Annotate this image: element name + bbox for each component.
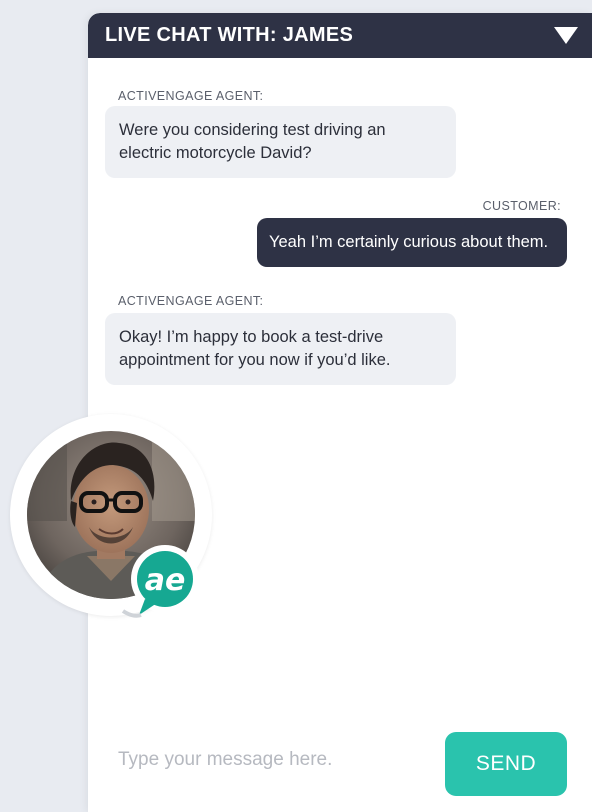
customer-message-bubble: Yeah I’m certainly curious about them. bbox=[257, 218, 567, 267]
collapse-triangle-icon[interactable] bbox=[554, 27, 578, 44]
ae-logo-text: ae bbox=[145, 563, 186, 598]
activengage-logo-badge: ae bbox=[121, 545, 199, 618]
agent-message-bubble: Were you considering test driving an ele… bbox=[105, 106, 456, 178]
message-composer: SEND bbox=[88, 719, 592, 812]
message-input[interactable] bbox=[118, 743, 418, 777]
chat-header: LIVE CHAT WITH: JAMES bbox=[88, 13, 592, 58]
chat-title: LIVE CHAT WITH: JAMES bbox=[105, 24, 354, 46]
agent-message-bubble: Okay! I’m happy to book a test-drive app… bbox=[105, 313, 456, 385]
agent-sender-label: ACTIVENGAGE AGENT: bbox=[118, 294, 264, 308]
chat-widget: LIVE CHAT WITH: JAMES ACTIVENGAGE AGENT:… bbox=[88, 13, 592, 812]
customer-sender-label: CUSTOMER: bbox=[482, 199, 561, 213]
send-button[interactable]: SEND bbox=[445, 732, 567, 796]
agent-sender-label: ACTIVENGAGE AGENT: bbox=[118, 89, 264, 103]
